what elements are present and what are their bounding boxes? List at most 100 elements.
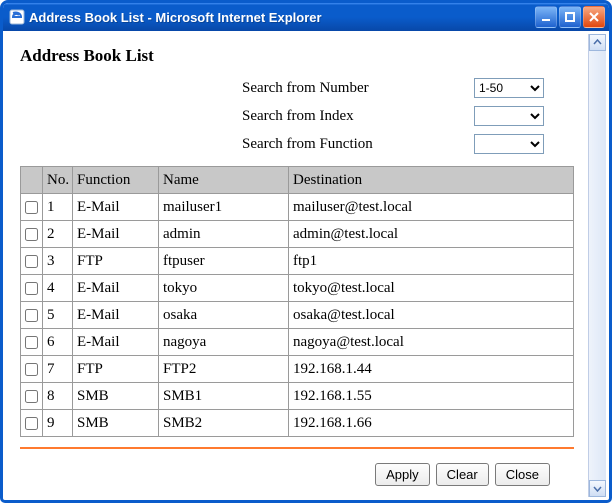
cell-function: SMB [73, 410, 159, 437]
cell-destination: osaka@test.local [289, 302, 574, 329]
cell-destination: tokyo@test.local [289, 275, 574, 302]
cell-name: FTP2 [159, 356, 289, 383]
client-area: Address Book List Search from Number 1-5… [6, 34, 606, 497]
cell-function: E-Mail [73, 329, 159, 356]
table-header-row: No. Function Name Destination [21, 167, 574, 194]
cell-no: 1 [43, 194, 73, 221]
cell-function: E-Mail [73, 221, 159, 248]
row-checkbox[interactable] [25, 228, 38, 241]
page-title: Address Book List [20, 46, 574, 66]
cell-function: FTP [73, 248, 159, 275]
cell-destination: 192.168.1.66 [289, 410, 574, 437]
row-checkbox[interactable] [25, 336, 38, 349]
scroll-down-button[interactable] [589, 480, 606, 497]
titlebar: Address Book List - Microsoft Internet E… [3, 3, 609, 31]
row-checkbox-cell [21, 248, 43, 275]
table-row: 7FTPFTP2192.168.1.44 [21, 356, 574, 383]
row-checkbox-cell [21, 356, 43, 383]
search-function-select[interactable] [474, 134, 544, 154]
scroll-up-button[interactable] [589, 34, 606, 51]
cell-destination: ftp1 [289, 248, 574, 275]
row-checkbox-cell [21, 194, 43, 221]
cell-name: osaka [159, 302, 289, 329]
cell-destination: 192.168.1.55 [289, 383, 574, 410]
cell-name: tokyo [159, 275, 289, 302]
table-row: 4E-Mailtokyotokyo@test.local [21, 275, 574, 302]
action-buttons: Apply Clear Close [20, 463, 574, 486]
cell-no: 7 [43, 356, 73, 383]
row-checkbox-cell [21, 383, 43, 410]
close-button[interactable]: Close [495, 463, 550, 486]
row-checkbox-cell [21, 221, 43, 248]
close-window-button[interactable] [583, 6, 605, 28]
header-checkbox [21, 167, 43, 194]
row-checkbox-cell [21, 275, 43, 302]
table-row: 3FTPftpuserftp1 [21, 248, 574, 275]
minimize-button[interactable] [535, 6, 557, 28]
cell-destination: mailuser@test.local [289, 194, 574, 221]
table-row: 8SMBSMB1192.168.1.55 [21, 383, 574, 410]
row-checkbox-cell [21, 329, 43, 356]
table-row: 1E-Mailmailuser1mailuser@test.local [21, 194, 574, 221]
minimize-icon [540, 11, 552, 23]
cell-destination: nagoya@test.local [289, 329, 574, 356]
table-row: 6E-Mailnagoyanagoya@test.local [21, 329, 574, 356]
cell-function: E-Mail [73, 302, 159, 329]
row-checkbox[interactable] [25, 390, 38, 403]
row-checkbox[interactable] [25, 282, 38, 295]
chevron-up-icon [593, 38, 602, 47]
header-no: No. [43, 167, 73, 194]
cell-destination: admin@test.local [289, 221, 574, 248]
header-name: Name [159, 167, 289, 194]
cell-function: E-Mail [73, 194, 159, 221]
search-filters: Search from Number 1-50 Search from Inde… [20, 74, 574, 158]
close-icon [588, 11, 600, 23]
cell-no: 3 [43, 248, 73, 275]
cell-name: ftpuser [159, 248, 289, 275]
vertical-scrollbar[interactable] [588, 34, 606, 497]
row-checkbox[interactable] [25, 201, 38, 214]
table-row: 9SMBSMB2192.168.1.66 [21, 410, 574, 437]
cell-function: FTP [73, 356, 159, 383]
apply-button[interactable]: Apply [375, 463, 430, 486]
row-checkbox[interactable] [25, 255, 38, 268]
ie-app-icon [9, 9, 25, 25]
cell-no: 4 [43, 275, 73, 302]
row-checkbox-cell [21, 302, 43, 329]
page-content: Address Book List Search from Number 1-5… [6, 34, 588, 497]
row-checkbox[interactable] [25, 417, 38, 430]
row-checkbox-cell [21, 410, 43, 437]
cell-name: admin [159, 221, 289, 248]
search-function-label: Search from Function [242, 136, 373, 153]
search-index-select[interactable] [474, 106, 544, 126]
maximize-button[interactable] [559, 6, 581, 28]
cell-no: 9 [43, 410, 73, 437]
cell-name: mailuser1 [159, 194, 289, 221]
header-function: Function [73, 167, 159, 194]
cell-destination: 192.168.1.44 [289, 356, 574, 383]
cell-no: 8 [43, 383, 73, 410]
browser-window: Address Book List - Microsoft Internet E… [0, 0, 612, 503]
window-controls [535, 6, 605, 28]
cell-no: 5 [43, 302, 73, 329]
cell-name: SMB1 [159, 383, 289, 410]
clear-button[interactable]: Clear [436, 463, 489, 486]
cell-name: nagoya [159, 329, 289, 356]
address-book-table: No. Function Name Destination 1E-Mailmai… [20, 166, 574, 437]
cell-function: E-Mail [73, 275, 159, 302]
chevron-down-icon [593, 484, 602, 493]
cell-function: SMB [73, 383, 159, 410]
row-checkbox[interactable] [25, 363, 38, 376]
window-title: Address Book List - Microsoft Internet E… [29, 10, 535, 25]
cell-name: SMB2 [159, 410, 289, 437]
table-row: 2E-Mailadminadmin@test.local [21, 221, 574, 248]
search-number-label: Search from Number [242, 80, 369, 97]
cell-no: 6 [43, 329, 73, 356]
header-destination: Destination [289, 167, 574, 194]
divider [20, 447, 574, 449]
row-checkbox[interactable] [25, 309, 38, 322]
table-row: 5E-Mailosakaosaka@test.local [21, 302, 574, 329]
cell-no: 2 [43, 221, 73, 248]
search-index-label: Search from Index [242, 108, 354, 125]
search-number-select[interactable]: 1-50 [474, 78, 544, 98]
